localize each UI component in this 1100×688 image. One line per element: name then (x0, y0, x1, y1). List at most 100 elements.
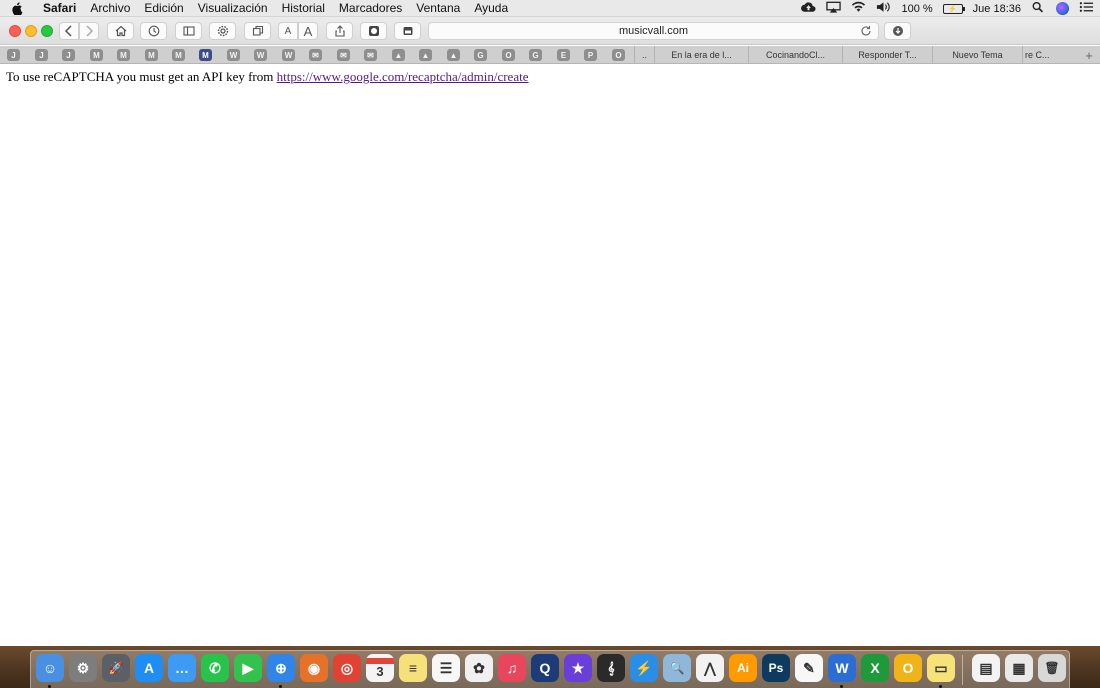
reload-icon[interactable] (860, 25, 872, 37)
pinned-tab-mail[interactable]: ✉ (309, 49, 322, 61)
apple-menu-icon[interactable] (0, 1, 36, 15)
volume-icon[interactable] (876, 1, 891, 16)
menu-historial[interactable]: Historial (275, 1, 332, 15)
siri-icon[interactable] (1056, 2, 1069, 15)
acrobat-icon[interactable]: ⋀ (696, 654, 724, 682)
battery-icon[interactable]: ⚡ (942, 3, 965, 14)
pinned-tab[interactable]: G (529, 49, 542, 61)
photoshop-icon[interactable]: Ps (762, 654, 790, 682)
back-button[interactable] (59, 22, 79, 40)
pinned-tab[interactable]: W (282, 49, 295, 61)
extension-button[interactable] (360, 22, 387, 40)
share-button[interactable] (326, 22, 353, 40)
safari-icon[interactable]: ⊕ (267, 654, 295, 682)
tab-item[interactable]: re C... (1022, 46, 1078, 64)
battery-percent[interactable]: 100 % (901, 3, 932, 15)
pinned-tab[interactable]: J (62, 49, 75, 61)
tab-overview-button[interactable] (244, 22, 271, 40)
zoom-window-button[interactable] (41, 25, 53, 37)
facetime-icon[interactable]: ▶ (234, 654, 262, 682)
word-icon[interactable]: W (828, 654, 856, 682)
pinned-tab[interactable]: M (145, 49, 158, 61)
extension-button-2[interactable] (394, 22, 421, 40)
pinned-tab-active[interactable]: M (199, 49, 212, 61)
menu-ayuda[interactable]: Ayuda (467, 1, 515, 15)
pinned-tab-drive[interactable]: ▲ (447, 49, 460, 61)
documents-icon[interactable]: ▤ (972, 654, 1000, 682)
app-menu-safari[interactable]: Safari (36, 1, 83, 15)
menu-edicion[interactable]: Edición (137, 1, 190, 15)
pinned-tab[interactable]: O (612, 49, 625, 61)
excel-icon[interactable]: X (861, 654, 889, 682)
wifi-icon[interactable] (851, 1, 866, 16)
downloads-stack-icon[interactable]: ▦ (1005, 654, 1033, 682)
textedit-icon[interactable]: ✎ (795, 654, 823, 682)
font-larger-button[interactable]: A (298, 22, 318, 40)
tab-item[interactable]: .. (634, 46, 654, 64)
pinned-tab-mail[interactable]: ✉ (364, 49, 377, 61)
illustrator-icon[interactable]: Ai (729, 654, 757, 682)
pinned-tab-drive[interactable]: ▲ (392, 49, 405, 61)
calendar-icon[interactable]: 3 (366, 654, 394, 682)
quicktime-icon[interactable]: Q (531, 654, 559, 682)
pinned-tab[interactable]: W (227, 49, 240, 61)
home-button[interactable] (107, 22, 134, 40)
pinned-tab[interactable]: G (474, 49, 487, 61)
cloud-upload-icon[interactable] (801, 1, 816, 16)
pinned-tab[interactable]: J (7, 49, 20, 61)
menu-archivo[interactable]: Archivo (83, 1, 137, 15)
system-preferences-icon[interactable]: ⚙ (69, 654, 97, 682)
launchpad-icon[interactable]: 🚀 (102, 654, 130, 682)
tab-item[interactable]: CocinandoCl... (748, 46, 842, 64)
preview-icon[interactable]: 🔍 (663, 654, 691, 682)
settings-button[interactable] (209, 22, 236, 40)
minimize-window-button[interactable] (25, 25, 37, 37)
photos-icon[interactable]: ✿ (465, 654, 493, 682)
spotlight-search-icon[interactable] (1031, 1, 1046, 16)
downloads-button[interactable] (884, 22, 911, 40)
history-button[interactable] (140, 22, 167, 40)
notes-icon[interactable]: ≡ (399, 654, 427, 682)
pinned-tab[interactable]: M (117, 49, 130, 61)
pinned-tab-drive[interactable]: ▲ (419, 49, 432, 61)
pinned-tab[interactable]: W (254, 49, 267, 61)
garageband-icon[interactable]: 𝄞 (597, 654, 625, 682)
itunes-icon[interactable]: ♫ (498, 654, 526, 682)
chrome-icon[interactable]: ◎ (333, 654, 361, 682)
pinned-tab[interactable]: J (35, 49, 48, 61)
menu-marcadores[interactable]: Marcadores (332, 1, 409, 15)
address-bar[interactable]: musicvall.com (428, 22, 879, 40)
app-store-icon[interactable]: A (135, 654, 163, 682)
messages-bubble-icon[interactable]: … (168, 654, 196, 682)
reminders-icon[interactable]: ☰ (432, 654, 460, 682)
pinned-tab[interactable]: O (502, 49, 515, 61)
network-utility-icon[interactable]: ⚡ (630, 654, 658, 682)
close-window-button[interactable] (9, 25, 21, 37)
notification-center-icon[interactable] (1079, 1, 1094, 16)
menu-ventana[interactable]: Ventana (409, 1, 467, 15)
pinned-tab[interactable]: M (172, 49, 185, 61)
new-tab-button[interactable]: + (1082, 47, 1096, 63)
pinned-tab[interactable]: M (90, 49, 103, 61)
pinned-tab[interactable]: P (584, 49, 597, 61)
menu-bar: Safari Archivo Edición Visualización His… (0, 0, 1100, 17)
whatsapp-icon[interactable]: ✆ (201, 654, 229, 682)
trash-icon[interactable]: 🗑 (1038, 654, 1066, 682)
airplay-icon[interactable] (826, 1, 842, 16)
tab-item[interactable]: En la era de l... (654, 46, 748, 64)
sidebar-button[interactable] (175, 22, 202, 40)
menu-visualizacion[interactable]: Visualización (191, 1, 275, 15)
pinned-tab[interactable]: E (557, 49, 570, 61)
firefox-icon[interactable]: ◉ (300, 654, 328, 682)
tab-item[interactable]: Nuevo Tema (932, 46, 1022, 64)
tab-item[interactable]: Responder T... (842, 46, 932, 64)
pinned-tab-mail[interactable]: ✉ (337, 49, 350, 61)
imovie-icon[interactable]: ★ (564, 654, 592, 682)
forward-button[interactable] (79, 22, 99, 40)
finder-icon[interactable]: ☺ (36, 654, 64, 682)
outlook-icon[interactable]: O (894, 654, 922, 682)
recaptcha-admin-link[interactable]: https://www.google.com/recaptcha/admin/c… (277, 69, 529, 84)
stickies-icon[interactable]: ▭ (927, 654, 955, 682)
clock[interactable]: Jue 18:36 (973, 3, 1021, 15)
font-smaller-button[interactable]: A (278, 22, 298, 40)
